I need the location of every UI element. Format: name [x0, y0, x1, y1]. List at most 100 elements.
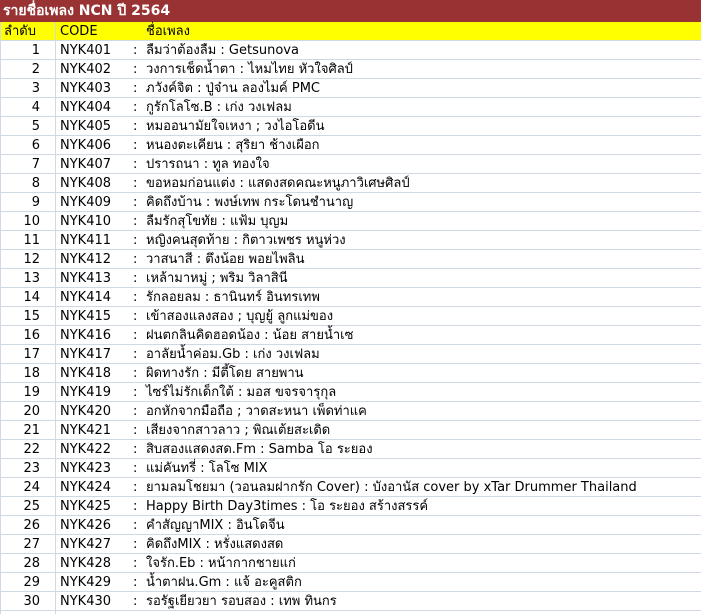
row-number-cell[interactable]: 23 — [0, 459, 40, 478]
row-number-cell[interactable]: 27 — [0, 535, 40, 554]
separator-cell[interactable]: : — [133, 345, 137, 364]
separator-cell[interactable]: : — [133, 383, 137, 402]
separator-cell[interactable]: : — [133, 459, 137, 478]
row-number-cell[interactable]: 16 — [0, 326, 40, 345]
song-code-cell[interactable]: NYK409 — [60, 193, 111, 212]
song-code-cell[interactable]: NYK419 — [60, 383, 111, 402]
separator-cell[interactable]: : — [133, 554, 137, 573]
separator-cell[interactable]: : — [133, 269, 137, 288]
row-number-cell[interactable]: 5 — [0, 117, 40, 136]
song-code-cell[interactable]: NYK428 — [60, 554, 111, 573]
song-code-cell[interactable]: NYK426 — [60, 516, 111, 535]
row-number-cell[interactable]: 19 — [0, 383, 40, 402]
separator-cell[interactable]: : — [133, 364, 137, 383]
song-code-cell[interactable]: NYK410 — [60, 212, 111, 231]
separator-cell[interactable]: : — [133, 60, 137, 79]
song-name-cell[interactable]: ลืมว่าต้องลืม : Getsunova — [146, 41, 299, 60]
separator-cell[interactable]: : — [133, 497, 137, 516]
song-name-cell[interactable]: คำสัญญาMIX : อินโดจีน — [146, 516, 285, 535]
separator-cell[interactable]: : — [133, 250, 137, 269]
song-name-cell[interactable]: ยามลมโชยมา (วอนลมฝากรัก Cover) : บังอานั… — [146, 478, 637, 497]
row-number-cell[interactable]: 20 — [0, 402, 40, 421]
song-code-cell[interactable]: NYK420 — [60, 402, 111, 421]
song-code-cell[interactable]: NYK414 — [60, 288, 111, 307]
row-number-cell[interactable]: 8 — [0, 174, 40, 193]
song-name-cell[interactable]: หนองตะเคียน : สุริยา ช้างเผือก — [146, 136, 320, 155]
song-name-cell[interactable]: วาสนาสี : ตึงน้อย พอยไพลิน — [146, 250, 305, 269]
row-number-cell[interactable]: 10 — [0, 212, 40, 231]
song-name-cell[interactable]: อกหักจากมือถือ ; วาดสะหนา เพ็ดท่าแค — [146, 402, 367, 421]
separator-cell[interactable]: : — [133, 136, 137, 155]
separator-cell[interactable]: : — [133, 516, 137, 535]
row-number-cell[interactable]: 28 — [0, 554, 40, 573]
separator-cell[interactable]: : — [133, 41, 137, 60]
song-code-cell[interactable]: NYK403 — [60, 79, 111, 98]
song-name-cell[interactable]: สิบสองแสดงสด.Fm : Samba โอ ระยอง — [146, 440, 373, 459]
song-name-cell[interactable]: รอรัฐเยียวยา รอบสอง : เทพ ทินกร — [146, 592, 337, 611]
row-number-cell[interactable]: 9 — [0, 193, 40, 212]
row-number-cell[interactable]: 3 — [0, 79, 40, 98]
song-code-cell[interactable]: NYK421 — [60, 421, 111, 440]
song-name-cell[interactable]: ภวังค์จิต : ปู่จ๋าน ลองไมค์ PMC — [146, 79, 320, 98]
separator-cell[interactable]: : — [133, 98, 137, 117]
row-number-cell[interactable]: 30 — [0, 592, 40, 611]
separator-cell[interactable]: : — [133, 117, 137, 136]
song-name-cell[interactable]: วงการเช็ดน้ำตา : ไหมไทย หัวใจศิลป์ — [146, 60, 353, 79]
song-name-cell[interactable]: ผิดทางรัก : มีตี้โดย สายพาน — [146, 364, 304, 383]
song-name-cell[interactable]: เสียงจากสาวลาว ; พิณเต้ยสะเดิด — [146, 421, 330, 440]
song-code-cell[interactable]: NYK415 — [60, 307, 111, 326]
row-number-cell[interactable]: 2 — [0, 60, 40, 79]
song-code-cell[interactable]: NYK422 — [60, 440, 111, 459]
row-number-cell[interactable]: 11 — [0, 231, 40, 250]
row-number-cell[interactable]: 12 — [0, 250, 40, 269]
song-name-cell[interactable]: น้ำตาฝน.Gm : แจ้ อะคูสติก — [146, 573, 302, 592]
song-name-cell[interactable]: กูรักโลโซ.B : เก่ง วงเฟลม — [146, 98, 292, 117]
separator-cell[interactable]: : — [133, 307, 137, 326]
separator-cell[interactable]: : — [133, 288, 137, 307]
song-name-cell[interactable]: หญิงคนสุดท้าย : กิตาวเพชร หนูห่วง — [146, 231, 346, 250]
song-name-cell[interactable]: ลืมรักสุโขทัย : แฟ้ม บุญม — [146, 212, 288, 231]
song-name-cell[interactable]: เข้าสองแลงสอง ; บุญยู้ ลูกแม่ของ — [146, 307, 333, 326]
song-code-cell[interactable]: NYK417 — [60, 345, 111, 364]
song-name-cell[interactable]: ขอหอมก่อนแต่ง : แสดงสดคณะหนูภาวิเศษศิลป์ — [146, 174, 410, 193]
separator-cell[interactable]: : — [133, 478, 137, 497]
song-name-cell[interactable]: คิดถึงบ้าน : พงษ์เทพ กระโดนชำนาญ — [146, 193, 353, 212]
row-number-cell[interactable]: 17 — [0, 345, 40, 364]
song-code-cell[interactable]: NYK425 — [60, 497, 111, 516]
song-code-cell[interactable]: NYK424 — [60, 478, 111, 497]
separator-cell[interactable]: : — [133, 402, 137, 421]
separator-cell[interactable]: : — [133, 79, 137, 98]
song-code-cell[interactable]: NYK429 — [60, 573, 111, 592]
song-code-cell[interactable]: NYK408 — [60, 174, 111, 193]
song-code-cell[interactable]: NYK413 — [60, 269, 111, 288]
song-code-cell[interactable]: NYK411 — [60, 231, 111, 250]
header-no-cell[interactable]: ลำดับ — [4, 22, 36, 41]
separator-cell[interactable]: : — [133, 212, 137, 231]
separator-cell[interactable]: : — [133, 155, 137, 174]
song-code-cell[interactable]: NYK405 — [60, 117, 111, 136]
row-number-cell[interactable]: 21 — [0, 421, 40, 440]
separator-cell[interactable]: : — [133, 326, 137, 345]
separator-cell[interactable]: : — [133, 573, 137, 592]
song-name-cell[interactable]: แม่คันทรี่ : โลโซ MIX — [146, 459, 268, 478]
row-number-cell[interactable]: 26 — [0, 516, 40, 535]
row-number-cell[interactable]: 18 — [0, 364, 40, 383]
row-number-cell[interactable]: 7 — [0, 155, 40, 174]
sheet-title-cell[interactable]: รายชื่อเพลง NCN ปี 2564 — [0, 0, 701, 22]
song-code-cell[interactable]: NYK412 — [60, 250, 111, 269]
row-number-cell[interactable]: 29 — [0, 573, 40, 592]
song-code-cell[interactable]: NYK427 — [60, 535, 111, 554]
row-number-cell[interactable]: 25 — [0, 497, 40, 516]
separator-cell[interactable]: : — [133, 421, 137, 440]
song-name-cell[interactable]: เหล้ามาหมู่ ; พริม วิลาสินี — [146, 269, 288, 288]
separator-cell[interactable]: : — [133, 440, 137, 459]
song-code-cell[interactable]: NYK430 — [60, 592, 111, 611]
song-name-cell[interactable]: หมออนามัยใจเหงา ; วงไอโอดีน — [146, 117, 325, 136]
song-code-cell[interactable]: NYK402 — [60, 60, 111, 79]
song-name-cell[interactable]: ฝนตกลินคิดฮอดน้อง : น้อย สายน้ำเซ — [146, 326, 353, 345]
song-name-cell[interactable]: ใจรัก.Eb : หน้ากากชายแก่ — [146, 554, 296, 573]
row-number-cell[interactable]: 4 — [0, 98, 40, 117]
separator-cell[interactable]: : — [133, 193, 137, 212]
song-code-cell[interactable]: NYK423 — [60, 459, 111, 478]
header-name-cell[interactable]: ชื่อเพลง — [146, 22, 190, 41]
